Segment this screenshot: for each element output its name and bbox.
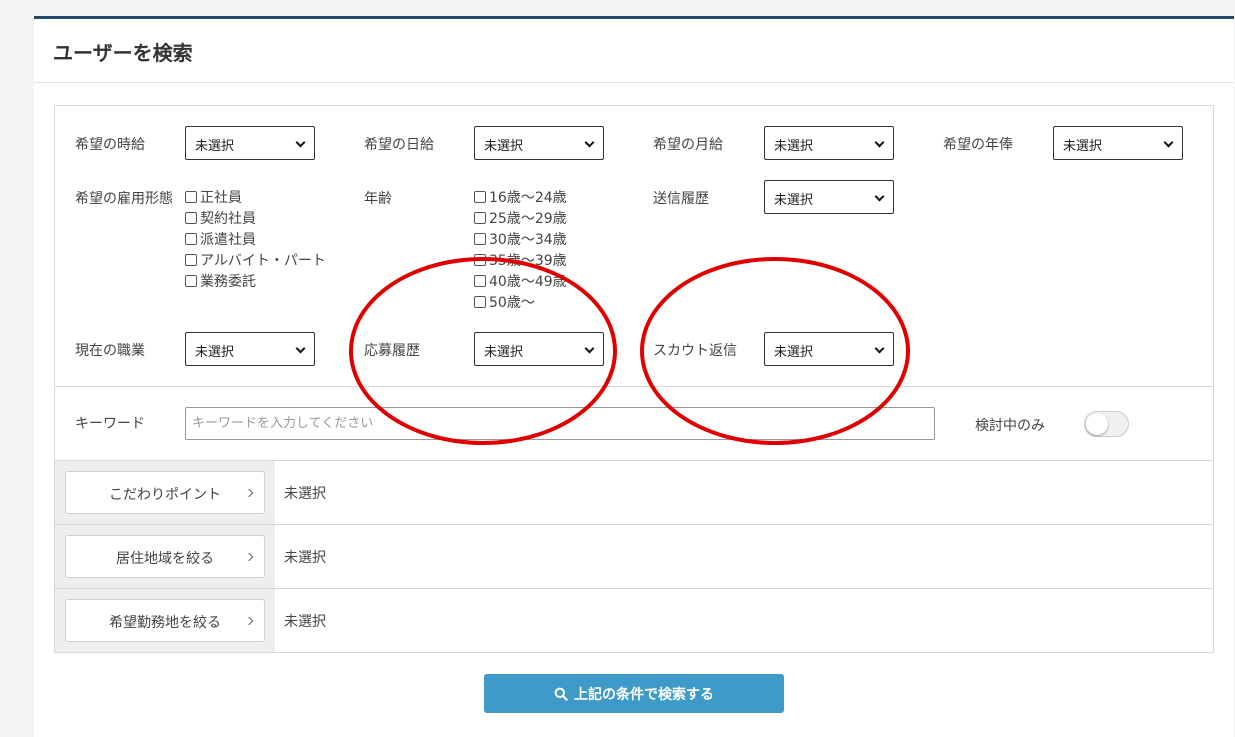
keyword-label: キーワード <box>75 416 145 432</box>
monthly-wage-select[interactable]: 未選択 <box>764 126 894 160</box>
chevron-down-icon <box>295 343 306 354</box>
checkbox[interactable] <box>185 211 197 224</box>
daily-wage-label: 希望の日給 <box>364 137 434 153</box>
hourly-wage-value: 未選択 <box>195 139 235 154</box>
daily-wage-value: 未選択 <box>484 139 524 154</box>
checkbox[interactable] <box>474 190 486 203</box>
age-label: 年齢 <box>364 191 392 207</box>
age-option[interactable]: 35歳～39歳 <box>474 249 567 270</box>
consider-only-label: 検討中のみ <box>975 418 1045 434</box>
residence-area-value: 未選択 <box>284 550 326 566</box>
annual-salary-label: 希望の年俸 <box>943 137 1013 153</box>
employment-type-option[interactable]: 業務委託 <box>185 270 326 291</box>
checkbox[interactable] <box>474 211 486 224</box>
work-location-value: 未選択 <box>284 614 326 630</box>
age-option[interactable]: 16歳～24歳 <box>474 186 567 207</box>
consider-only-toggle[interactable] <box>1084 411 1129 437</box>
keyword-input[interactable] <box>185 407 935 440</box>
chevron-right-icon <box>244 488 254 498</box>
detail-filter-row: こだわりポイント 未選択 <box>55 460 1213 524</box>
detail-filter-row: 希望勤務地を絞る 未選択 <box>55 588 1213 652</box>
chevron-down-icon <box>584 343 595 354</box>
checkbox[interactable] <box>474 295 486 308</box>
application-history-label: 応募履歴 <box>364 343 420 359</box>
send-history-select[interactable]: 未選択 <box>764 180 894 214</box>
preference-points-button[interactable]: こだわりポイント <box>65 471 265 514</box>
employment-type-checkboxes: 正社員 契約社員 派遣社員 アルバイト・パート 業務委託 <box>185 186 326 291</box>
search-form: 希望の時給 未選択 希望の日給 未選択 希望の月給 未選択 希望の年俸 未選択 … <box>54 105 1214 653</box>
checkbox[interactable] <box>474 232 486 245</box>
chevron-down-icon <box>1163 137 1174 148</box>
checkbox[interactable] <box>185 190 197 203</box>
age-checkboxes: 16歳～24歳 25歳～29歳 30歳～34歳 35歳～39歳 40歳～49歳 … <box>474 186 567 312</box>
current-job-select[interactable]: 未選択 <box>185 332 315 366</box>
chevron-down-icon <box>584 137 595 148</box>
checkbox[interactable] <box>474 274 486 287</box>
detail-filter-side: 希望勤務地を絞る <box>55 589 275 652</box>
hourly-wage-label: 希望の時給 <box>75 137 145 153</box>
annual-salary-value: 未選択 <box>1063 139 1103 154</box>
detail-filter-row: 居住地域を絞る 未選択 <box>55 524 1213 588</box>
search-button[interactable]: 上記の条件で検索する <box>484 674 784 713</box>
card-header: ユーザーを検索 <box>34 19 1234 83</box>
chevron-down-icon <box>874 137 885 148</box>
employment-type-option[interactable]: アルバイト・パート <box>185 249 326 270</box>
residence-area-button[interactable]: 居住地域を絞る <box>65 535 265 578</box>
work-location-button[interactable]: 希望勤務地を絞る <box>65 599 265 642</box>
monthly-wage-value: 未選択 <box>774 139 814 154</box>
checkbox[interactable] <box>185 232 197 245</box>
detail-filter-side: 居住地域を絞る <box>55 525 275 588</box>
current-job-label: 現在の職業 <box>75 343 145 359</box>
detail-filter-side: こだわりポイント <box>55 461 275 524</box>
send-history-label: 送信履歴 <box>653 191 709 207</box>
scout-reply-select[interactable]: 未選択 <box>764 332 894 366</box>
page-title: ユーザーを検索 <box>53 41 193 65</box>
preference-points-value: 未選択 <box>284 486 326 502</box>
chevron-right-icon <box>244 616 254 626</box>
checkbox[interactable] <box>185 253 197 266</box>
chevron-down-icon <box>874 343 885 354</box>
checkbox[interactable] <box>474 253 486 266</box>
current-job-value: 未選択 <box>195 345 235 360</box>
chevron-right-icon <box>244 552 254 562</box>
age-option[interactable]: 30歳～34歳 <box>474 228 567 249</box>
divider <box>55 386 1213 387</box>
employment-type-option[interactable]: 正社員 <box>185 186 326 207</box>
age-option[interactable]: 50歳～ <box>474 291 567 312</box>
monthly-wage-label: 希望の月給 <box>653 137 723 153</box>
search-button-label: 上記の条件で検索する <box>574 686 714 703</box>
search-card: ユーザーを検索 希望の時給 未選択 希望の日給 未選択 希望の月給 未選択 希望… <box>34 16 1234 737</box>
employment-type-label: 希望の雇用形態 <box>75 191 173 207</box>
scout-reply-value: 未選択 <box>774 345 814 360</box>
checkbox[interactable] <box>185 274 197 287</box>
hourly-wage-select[interactable]: 未選択 <box>185 126 315 160</box>
search-icon <box>554 687 568 701</box>
send-history-value: 未選択 <box>774 193 814 208</box>
chevron-down-icon <box>295 137 306 148</box>
annual-salary-select[interactable]: 未選択 <box>1053 126 1183 160</box>
employment-type-option[interactable]: 契約社員 <box>185 207 326 228</box>
daily-wage-select[interactable]: 未選択 <box>474 126 604 160</box>
application-history-select[interactable]: 未選択 <box>474 332 604 366</box>
toggle-knob <box>1086 413 1108 435</box>
age-option[interactable]: 40歳～49歳 <box>474 270 567 291</box>
chevron-down-icon <box>874 191 885 202</box>
age-option[interactable]: 25歳～29歳 <box>474 207 567 228</box>
application-history-value: 未選択 <box>484 345 524 360</box>
employment-type-option[interactable]: 派遣社員 <box>185 228 326 249</box>
scout-reply-label: スカウト返信 <box>653 343 737 359</box>
